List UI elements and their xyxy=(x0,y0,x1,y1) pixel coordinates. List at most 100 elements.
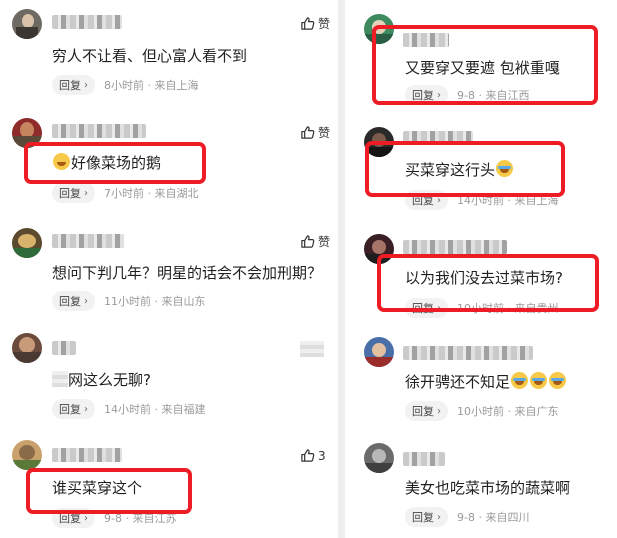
like-area-blurred xyxy=(300,341,324,357)
comment-time: 8小时前 xyxy=(104,79,144,92)
comment-text: 徐开骋还不知足 xyxy=(405,372,567,392)
right-comment-panel: 又要穿又要遮 包袱重嘎 回复 › 9-8 · 来自江西 买菜穿这行头 回复 › 14… xyxy=(345,0,617,538)
chevron-right-icon: › xyxy=(437,302,441,314)
username-blurred[interactable] xyxy=(52,234,124,248)
thumbs-up-icon xyxy=(301,126,315,139)
comment-meta: 回复 › 9-8 · 来自江苏 xyxy=(52,507,176,529)
thumbs-up-icon xyxy=(301,449,315,462)
meta-separator: · xyxy=(474,88,486,102)
reply-button[interactable]: 回复 › xyxy=(52,399,95,419)
chevron-right-icon: › xyxy=(84,295,88,307)
comment-meta: 回复 › 14小时前 · 来自福建 xyxy=(52,398,206,420)
avatar[interactable] xyxy=(12,118,42,148)
avatar[interactable] xyxy=(364,443,394,473)
meta-separator: · xyxy=(474,510,486,524)
comment-time: 10小时前 xyxy=(457,302,504,315)
chevron-right-icon: › xyxy=(84,187,88,199)
chevron-right-icon: › xyxy=(84,512,88,524)
chevron-right-icon: › xyxy=(437,405,441,417)
meta-separator: · xyxy=(504,193,515,207)
chevron-right-icon: › xyxy=(437,511,441,523)
reply-button[interactable]: 回复 › xyxy=(52,508,95,528)
comment-text: 又要穿又要遮 包袱重嘎 xyxy=(405,59,560,77)
left-comment-panel: 赞 穷人不让看、但心富人看不到 回复 › 8小时前 · 来自上海 赞 好像菜场的鹅… xyxy=(0,0,338,538)
meta-separator: · xyxy=(144,78,155,92)
comment-time: 14小时前 xyxy=(457,194,504,207)
comment-meta: 回复 › 10小时前 · 来自贵州 xyxy=(405,297,559,319)
username-blurred[interactable] xyxy=(52,448,122,462)
thumbs-up-icon xyxy=(301,235,315,248)
crying-face-icon xyxy=(530,372,548,389)
comment-text: 网这么无聊? xyxy=(52,370,151,390)
crying-face-icon xyxy=(511,372,529,389)
username-blurred[interactable] xyxy=(403,346,533,360)
reply-button[interactable]: 回复 › xyxy=(405,298,448,318)
avatar[interactable] xyxy=(364,14,394,44)
comment-text: 穷人不让看、但心富人看不到 xyxy=(52,47,248,65)
comment-meta: 回复 › 14小时前 · 来自上海 xyxy=(405,189,559,211)
comment-location: 来自江西 xyxy=(485,89,530,102)
comment-time: 7小时前 xyxy=(104,187,144,200)
avatar[interactable] xyxy=(12,9,42,39)
reply-button[interactable]: 回复 › xyxy=(405,507,448,527)
crying-face-icon xyxy=(549,372,567,389)
chevron-right-icon: › xyxy=(84,79,88,91)
avatar[interactable] xyxy=(364,127,394,157)
comment-text: 谁买菜穿这个 xyxy=(52,479,143,497)
comment-location: 来自贵州 xyxy=(514,302,559,315)
username-blurred[interactable] xyxy=(403,131,473,145)
meta-separator: · xyxy=(151,402,162,416)
comment-location: 来自山东 xyxy=(161,295,206,308)
reply-button[interactable]: 回复 › xyxy=(52,183,95,203)
comment-text: 美女也吃菜市场的蔬菜啊 xyxy=(405,479,571,497)
avatar[interactable] xyxy=(364,337,394,367)
like-button[interactable]: 赞 xyxy=(300,124,330,141)
comment-text: 以为我们没去过菜市场? xyxy=(405,269,563,287)
comment-time: 9-8 xyxy=(457,88,475,102)
username-blurred[interactable] xyxy=(52,341,76,355)
reply-button[interactable]: 回复 › xyxy=(405,85,448,105)
comment-text: 想问下判几年？明星的话会不会加刑期？ xyxy=(52,264,323,282)
meta-separator: · xyxy=(504,404,515,418)
comment-location: 来自湖北 xyxy=(154,187,199,200)
comment-text: 买菜穿这行头 xyxy=(405,160,514,180)
reply-button[interactable]: 回复 › xyxy=(405,190,448,210)
like-label: 赞 xyxy=(318,17,331,31)
comment-meta: 回复 › 9-8 · 来自四川 xyxy=(405,506,529,528)
comment-location: 来自上海 xyxy=(514,194,559,207)
comment-time: 9-8 xyxy=(104,511,122,525)
reply-button[interactable]: 回复 › xyxy=(52,75,95,95)
username-blurred[interactable] xyxy=(403,33,449,47)
like-button[interactable]: 赞 xyxy=(300,233,330,250)
comment-location: 来自福建 xyxy=(161,403,206,416)
avatar[interactable] xyxy=(12,440,42,470)
avatar[interactable] xyxy=(12,228,42,258)
comment-location: 来自上海 xyxy=(154,79,199,92)
like-button[interactable]: 3 xyxy=(300,448,326,463)
comment-time: 14小时前 xyxy=(104,403,151,416)
thumbs-up-icon xyxy=(301,17,315,30)
reply-button[interactable]: 回复 › xyxy=(405,401,448,421)
meta-separator: · xyxy=(121,511,133,525)
reply-button[interactable]: 回复 › xyxy=(52,291,95,311)
crying-face-icon xyxy=(496,160,514,177)
avatar[interactable] xyxy=(364,234,394,264)
comment-time: 11小时前 xyxy=(104,295,151,308)
panel-divider xyxy=(338,0,345,538)
username-blurred[interactable] xyxy=(403,240,507,254)
like-button[interactable]: 赞 xyxy=(300,15,330,32)
meta-separator: · xyxy=(504,301,515,315)
meta-separator: · xyxy=(151,294,162,308)
like-count: 3 xyxy=(318,448,326,463)
comment-time: 9-8 xyxy=(457,510,475,524)
blurred-text-fragment xyxy=(52,371,68,387)
comment-time: 10小时前 xyxy=(457,405,504,418)
avatar[interactable] xyxy=(12,333,42,363)
username-blurred[interactable] xyxy=(403,452,445,466)
chevron-right-icon: › xyxy=(437,194,441,206)
like-label: 赞 xyxy=(318,126,331,140)
username-blurred[interactable] xyxy=(52,15,122,29)
username-blurred[interactable] xyxy=(52,124,146,138)
comment-meta: 回复 › 11小时前 · 来自山东 xyxy=(52,290,206,312)
comment-location: 来自广东 xyxy=(514,405,559,418)
